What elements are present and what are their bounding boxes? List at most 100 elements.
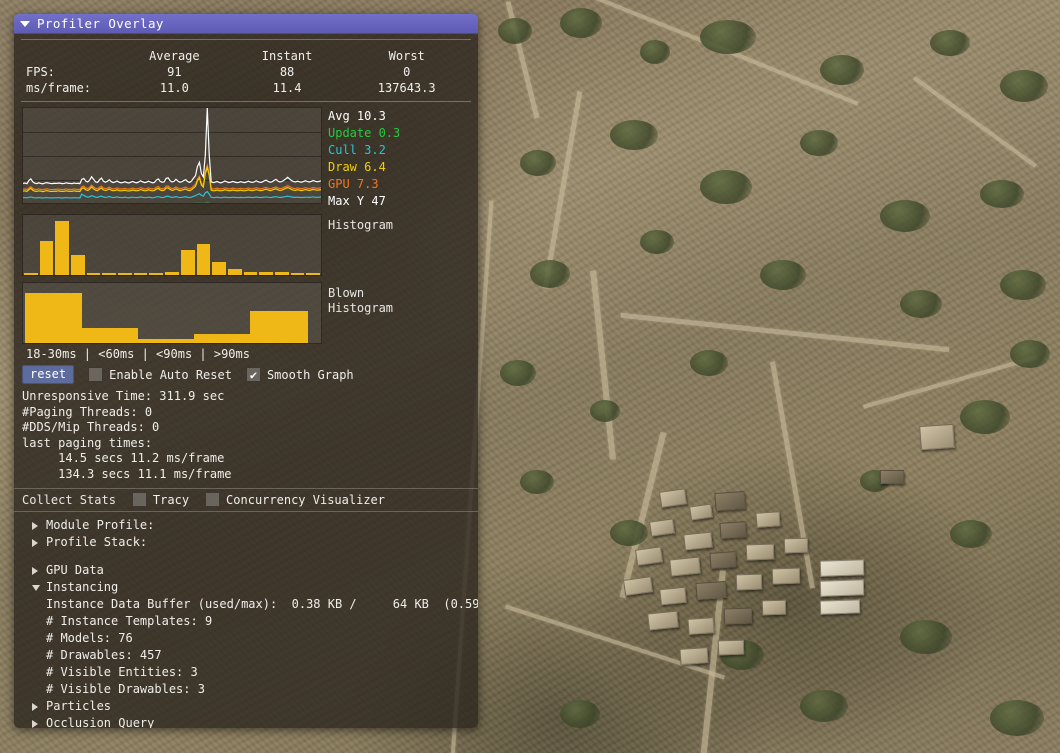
stats-fps-instant: 88 [231,64,344,80]
building [718,640,745,656]
frame-time-graph [22,107,322,204]
table-row: FPS: 91 88 0 [22,64,470,80]
histogram-bar [134,273,148,275]
checkbox-box[interactable] [132,492,147,507]
building [784,538,809,554]
checkbox-box[interactable] [88,367,103,382]
building [820,559,865,577]
stats-header-row: Average Instant Worst [22,48,470,64]
tree-label: Module Profile: [46,517,154,534]
histogram-row: Histogram [14,214,478,276]
triangle-down-icon[interactable] [32,585,46,591]
triangle-right-icon[interactable] [32,720,46,728]
building [695,581,726,600]
stats-ms-average: 11.0 [118,80,231,96]
building [679,647,708,665]
checkbox-box[interactable]: ✔ [246,367,261,382]
triangle-right-icon[interactable] [32,703,46,711]
tracy-checkbox[interactable]: Tracy [132,492,189,507]
tree-item-gpu-data[interactable]: GPU Data [22,562,470,579]
concurrency-visualizer-checkbox[interactable]: Concurrency Visualizer [205,492,385,507]
graph-controls: reset Enable Auto Reset ✔ Smooth Graph [14,361,478,384]
building [772,568,801,585]
histogram-bar [259,272,273,275]
stats-fps-average: 91 [118,64,231,80]
profiler-overlay-window[interactable]: Profiler Overlay Average Instant Worst F… [14,14,478,728]
stats-fps-worst: 0 [343,64,470,80]
smooth-graph-checkbox[interactable]: ✔ Smooth Graph [246,367,354,382]
smooth-graph-label: Smooth Graph [267,368,354,382]
collect-stats-label: Collect Stats [22,493,116,507]
tree-item-profile-stack[interactable]: Profile Stack: [22,534,470,551]
histogram-chart [22,214,322,276]
divider [21,101,471,102]
reset-button[interactable]: reset [22,365,74,384]
table-row: ms/frame: 11.0 11.4 137643.3 [22,80,470,96]
histogram-label: Histogram [328,214,393,276]
building [880,470,904,484]
stats-col-instant: Instant [231,48,344,64]
histogram-bar [197,244,211,276]
histogram-bar [24,273,38,275]
triangle-right-icon[interactable] [32,522,46,530]
tree-label: GPU Data [46,562,104,579]
tree-item-instancing[interactable]: Instancing [22,579,470,596]
building [659,587,687,606]
blown-histogram-bar [138,339,194,343]
blown-histogram-bar [82,328,138,343]
triangle-down-icon[interactable] [20,21,30,27]
building [736,574,763,591]
histogram-bar [275,272,289,275]
frame-time-graph-row: Avg 10.3 Update 0.3 Cull 3.2 Draw 6.4 GP… [14,107,478,210]
building [669,556,701,576]
tree-item-module-profile[interactable]: Module Profile: [22,517,470,534]
fps-stats-table: Average Instant Worst FPS: 91 88 0 ms/fr… [14,45,478,96]
building [719,521,746,539]
tree-item-occlusion-query[interactable]: Occlusion Query [22,715,470,728]
building [724,608,753,625]
stats-row-label: ms/frame: [22,80,118,96]
histogram-bar [212,262,226,276]
building [820,599,860,614]
blown-histogram-row: Blown Histogram [14,282,478,344]
building [687,617,714,635]
histogram-bar [118,273,132,275]
stats-ms-instant: 11.4 [231,80,344,96]
histogram-bar [165,272,179,275]
building [709,551,736,569]
checkbox-box[interactable] [205,492,220,507]
histogram-bar [87,273,101,275]
blown-histogram-bar [194,334,250,343]
window-title: Profiler Overlay [37,16,164,31]
blown-histogram-ticks: 18-30ms | <60ms | <90ms | >90ms [14,344,478,361]
building [647,610,679,630]
histogram-bar [40,241,54,275]
legend-cull: Cull 3.2 [328,142,400,159]
legend-draw: Draw 6.4 [328,159,400,176]
building [746,544,775,561]
legend-avg: Avg 10.3 [328,108,400,125]
enable-auto-reset-label: Enable Auto Reset [109,368,232,382]
building [714,491,745,511]
stats-ms-worst: 137643.3 [343,80,470,96]
legend-max-y: Max Y 47 [328,193,400,210]
histogram-bar [102,273,116,275]
triangle-right-icon[interactable] [32,539,46,547]
concurrency-visualizer-label: Concurrency Visualizer [226,493,385,507]
tree-item-particles[interactable]: Particles [22,698,470,715]
histogram-bar [181,250,195,275]
graph-plot [23,108,321,204]
legend-update: Update 0.3 [328,125,400,142]
tree-spacer [22,551,470,562]
building [683,532,713,551]
blown-histogram-bar [250,311,308,343]
stats-row-label: FPS: [22,64,118,80]
tracy-label: Tracy [153,493,189,507]
graph-legend: Avg 10.3 Update 0.3 Cull 3.2 Draw 6.4 GP… [328,107,400,210]
blown-histogram-chart [22,282,322,344]
profiler-panel-body: Average Instant Worst FPS: 91 88 0 ms/fr… [14,34,478,728]
blown-histogram-bar [25,293,82,343]
triangle-right-icon[interactable] [32,567,46,575]
window-titlebar[interactable]: Profiler Overlay [14,14,478,34]
enable-auto-reset-checkbox[interactable]: Enable Auto Reset [88,367,232,382]
